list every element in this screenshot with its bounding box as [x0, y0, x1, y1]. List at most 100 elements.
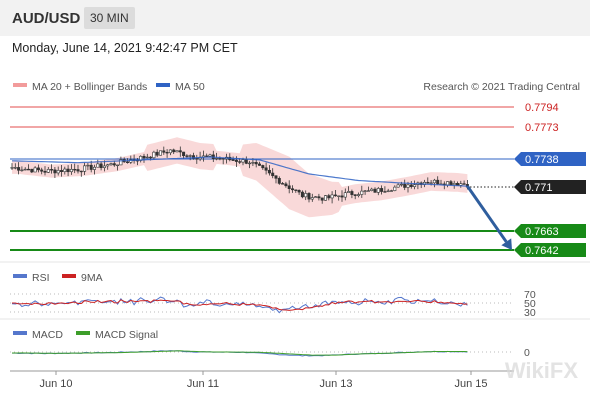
candle-body: [66, 168, 70, 173]
candle-body: [23, 168, 27, 171]
candle-body: [314, 196, 318, 198]
candle-body: [413, 184, 417, 187]
candle-body: [373, 188, 377, 193]
candle-body: [63, 168, 67, 172]
candle-body: [182, 151, 186, 157]
candle-body: [307, 193, 311, 200]
rsi-label-30: 30: [524, 307, 536, 319]
rsi-legend-swatch: [13, 274, 27, 278]
x-tick-label: Jun 15: [454, 378, 487, 390]
candle-body: [343, 192, 347, 198]
candle-body: [317, 196, 321, 199]
candle-body: [386, 190, 390, 192]
candle-body: [281, 183, 285, 185]
watermark: WikiFX: [505, 358, 578, 383]
candle-body: [409, 184, 413, 187]
candle-body: [244, 159, 248, 164]
candle-body: [297, 189, 301, 193]
candle-body: [178, 150, 182, 153]
candle-body: [53, 169, 57, 174]
candle-body: [241, 159, 245, 163]
candle-body: [96, 163, 100, 168]
candle-body: [83, 165, 87, 172]
resistance-label-1: 0.7794: [525, 102, 559, 114]
candle-body: [238, 161, 242, 163]
candle-body: [79, 170, 83, 173]
candle-body: [89, 164, 93, 170]
candle-body: [99, 163, 103, 169]
candle-body: [294, 189, 298, 191]
candle-body: [304, 193, 308, 198]
candle-body: [310, 197, 314, 200]
candle-body: [234, 159, 238, 162]
candle-body: [102, 165, 106, 169]
candle-body: [426, 181, 430, 184]
x-tick-label: Jun 10: [39, 378, 72, 390]
candle-body: [363, 190, 367, 192]
candle-body: [323, 195, 327, 201]
candle-body: [248, 162, 252, 165]
candle-body: [406, 184, 410, 188]
candle-body: [116, 164, 120, 167]
candle-body: [327, 195, 331, 199]
chart-svg: MA 20 + Bollinger Bands MA 50 Research ©…: [0, 81, 590, 390]
candle-body: [172, 149, 176, 153]
candle-body: [195, 158, 199, 160]
candle-body: [254, 162, 258, 165]
candle-body: [389, 190, 393, 192]
candle-body: [126, 161, 130, 163]
candle-body: [76, 169, 80, 172]
candle-body: [350, 191, 354, 195]
candle-body: [13, 167, 17, 169]
candle-body: [271, 172, 275, 177]
candle-body: [340, 195, 344, 198]
candle-body: [399, 183, 403, 186]
x-tick-label: Jun 11: [187, 378, 219, 390]
bollinger-legend-label: MA 20 + Bollinger Bands: [32, 81, 147, 93]
candle-body: [284, 183, 288, 187]
candle-body: [159, 150, 163, 156]
x-axis-ticks: Jun 10 Jun 11 Jun 13 Jun 15: [39, 371, 488, 390]
candle-body: [360, 190, 364, 195]
ma50-level-label: 0.7738: [525, 154, 559, 166]
rsi-ma-line: [12, 299, 468, 311]
candle-body: [40, 169, 44, 172]
candle-body: [145, 156, 149, 159]
candle-body: [290, 188, 294, 191]
candle-body: [142, 155, 146, 159]
candle-body: [168, 149, 172, 154]
candle-body: [208, 154, 212, 157]
candle-body: [261, 165, 265, 169]
support-label-1: 0.7663: [525, 226, 559, 238]
candle-body: [17, 167, 21, 171]
candle-body: [215, 158, 219, 160]
candle-body: [188, 155, 192, 157]
candle-body: [59, 170, 63, 172]
candle-body: [396, 184, 400, 188]
candle-body: [330, 194, 334, 199]
projection-arrow: [466, 185, 508, 243]
candle-body: [267, 169, 271, 174]
candle-body: [46, 169, 50, 173]
candle-body: [251, 162, 255, 164]
macd-legend-swatch: [13, 331, 27, 335]
candle-body: [452, 183, 456, 186]
candle-body: [106, 164, 110, 167]
bollinger-legend-swatch: [13, 83, 27, 87]
candle-body: [459, 183, 463, 186]
candle-body: [366, 190, 370, 192]
bollinger-band: [12, 137, 468, 218]
macd-legend-label: MACD: [32, 329, 63, 341]
candle-body: [380, 188, 384, 192]
candle-body: [162, 150, 166, 153]
candle-body: [86, 164, 90, 167]
candle-body: [337, 195, 341, 197]
candle-body: [175, 150, 179, 153]
candle-body: [356, 194, 360, 196]
candle-body: [376, 188, 380, 193]
candle-body: [462, 183, 466, 185]
candle-body: [152, 151, 156, 159]
support-label-2: 0.7642: [525, 245, 559, 257]
candle-body: [347, 191, 351, 193]
rsi-legend-label: RSI: [32, 272, 50, 284]
